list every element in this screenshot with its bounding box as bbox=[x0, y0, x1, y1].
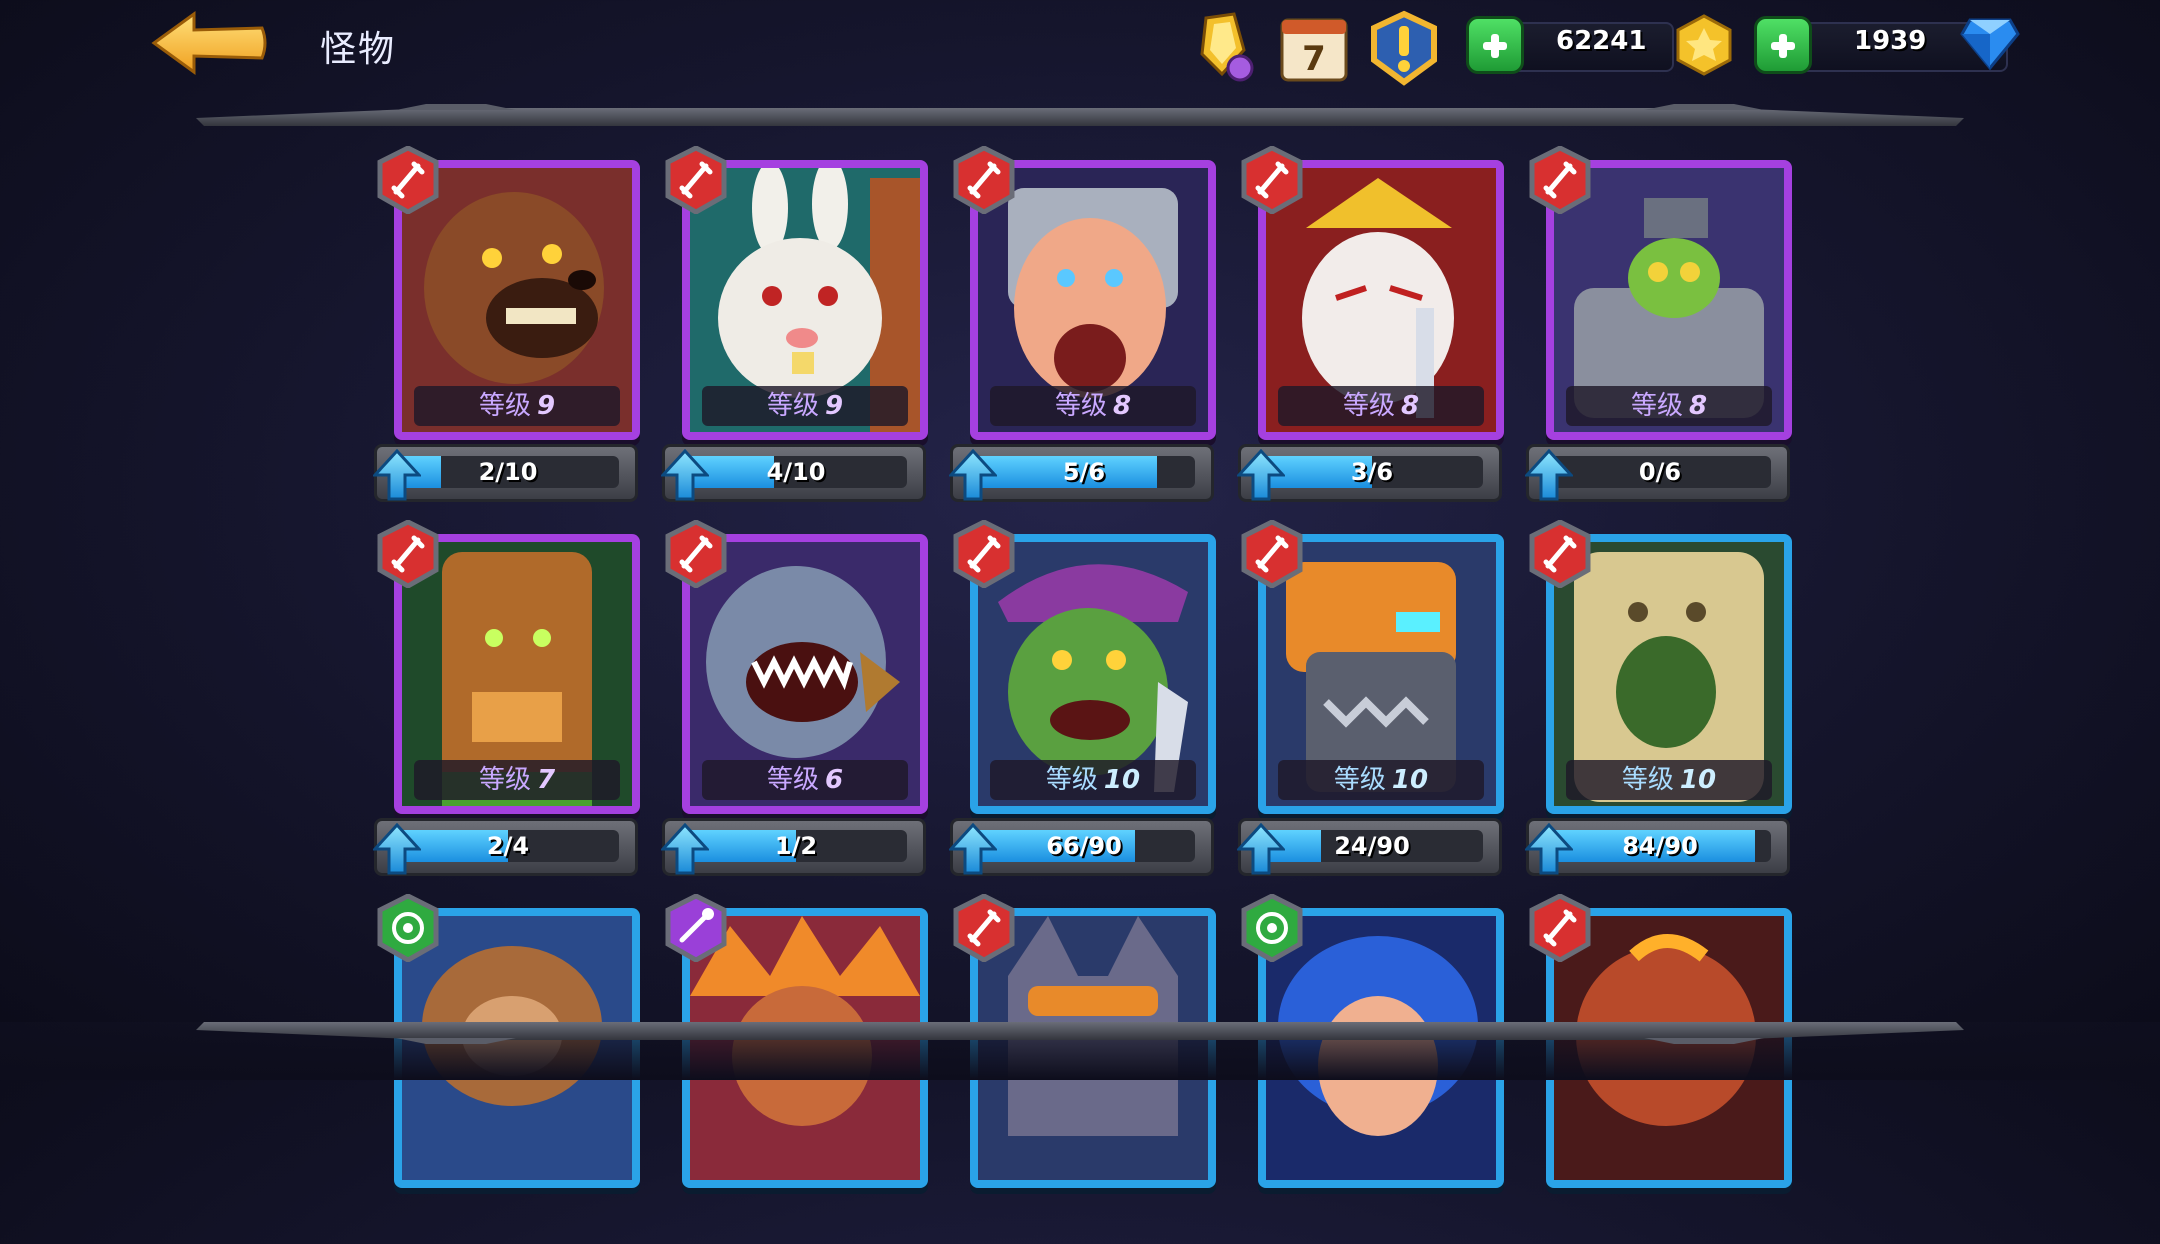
upgrade-arrow-icon bbox=[949, 449, 997, 501]
sword-class-icon bbox=[1241, 146, 1303, 214]
card-progress: 5/6 bbox=[949, 444, 1214, 502]
level-label: 等级 6 bbox=[702, 760, 908, 800]
card-progress: 2/10 bbox=[373, 444, 638, 502]
progress-text: 5/6 bbox=[1062, 458, 1106, 486]
bottom-divider bbox=[196, 1022, 1964, 1044]
card-progress: 0/6 bbox=[1525, 444, 1790, 502]
progress-text: 4/10 bbox=[766, 458, 826, 486]
sword-class-icon bbox=[665, 520, 727, 588]
upgrade-arrow-icon bbox=[1237, 823, 1285, 875]
level-label: 等级 10 bbox=[1278, 760, 1484, 800]
progress-text: 66/90 bbox=[1046, 832, 1122, 860]
card-progress: 66/90 bbox=[949, 818, 1214, 876]
card-progress: 3/6 bbox=[1237, 444, 1502, 502]
upgrade-arrow-icon bbox=[373, 823, 421, 875]
monster-card[interactable]: 等级 6 1/2 bbox=[661, 520, 942, 876]
monster-card[interactable]: 等级 9 2/10 bbox=[373, 146, 654, 502]
sword-class-icon bbox=[1529, 146, 1591, 214]
upgrade-arrow-icon bbox=[661, 449, 709, 501]
sword-class-icon bbox=[377, 520, 439, 588]
sword-class-icon bbox=[1529, 520, 1591, 588]
level-label: 等级 8 bbox=[1278, 386, 1484, 426]
level-label: 等级 7 bbox=[414, 760, 620, 800]
card-progress: 24/90 bbox=[1237, 818, 1502, 876]
progress-text: 1/2 bbox=[774, 832, 818, 860]
progress-text: 3/6 bbox=[1350, 458, 1394, 486]
monster-card[interactable]: 等级 10 24/90 bbox=[1237, 520, 1518, 876]
card-progress: 4/10 bbox=[661, 444, 926, 502]
progress-text: 84/90 bbox=[1622, 832, 1698, 860]
sword-class-icon bbox=[665, 146, 727, 214]
monster-grid: 等级 9 2/10 等级 9 4/10 等级 8 5/6 等级 8 3/6 等级… bbox=[0, 0, 2160, 1188]
target-class-icon bbox=[377, 894, 439, 962]
sword-class-icon bbox=[953, 894, 1015, 962]
progress-text: 0/6 bbox=[1638, 458, 1682, 486]
monster-card[interactable]: 等级 8 3/6 bbox=[1237, 146, 1518, 502]
upgrade-arrow-icon bbox=[1237, 449, 1285, 501]
upgrade-arrow-icon bbox=[1525, 823, 1573, 875]
monster-card[interactable]: 等级 10 84/90 bbox=[1525, 520, 1806, 876]
progress-text: 2/4 bbox=[486, 832, 530, 860]
target-class-icon bbox=[1241, 894, 1303, 962]
card-progress: 84/90 bbox=[1525, 818, 1790, 876]
level-label: 等级 8 bbox=[1566, 386, 1772, 426]
monster-card[interactable]: 等级 8 0/6 bbox=[1525, 146, 1806, 502]
magic-class-icon bbox=[665, 894, 727, 962]
upgrade-arrow-icon bbox=[661, 823, 709, 875]
sword-class-icon bbox=[1529, 894, 1591, 962]
monster-card[interactable]: 等级 10 66/90 bbox=[949, 520, 1230, 876]
monster-card[interactable]: 等级 7 2/4 bbox=[373, 520, 654, 876]
level-label: 等级 10 bbox=[1566, 760, 1772, 800]
upgrade-arrow-icon bbox=[373, 449, 421, 501]
level-label: 等级 9 bbox=[414, 386, 620, 426]
level-label: 等级 10 bbox=[990, 760, 1196, 800]
monster-card[interactable]: 等级 8 5/6 bbox=[949, 146, 1230, 502]
progress-text: 24/90 bbox=[1334, 832, 1410, 860]
level-label: 等级 9 bbox=[702, 386, 908, 426]
progress-text: 2/10 bbox=[478, 458, 538, 486]
monster-card[interactable]: 等级 9 4/10 bbox=[661, 146, 942, 502]
sword-class-icon bbox=[1241, 520, 1303, 588]
card-progress: 1/2 bbox=[661, 818, 926, 876]
level-label: 等级 8 bbox=[990, 386, 1196, 426]
sword-class-icon bbox=[377, 146, 439, 214]
sword-class-icon bbox=[953, 146, 1015, 214]
upgrade-arrow-icon bbox=[1525, 449, 1573, 501]
card-progress: 2/4 bbox=[373, 818, 638, 876]
sword-class-icon bbox=[953, 520, 1015, 588]
upgrade-arrow-icon bbox=[949, 823, 997, 875]
